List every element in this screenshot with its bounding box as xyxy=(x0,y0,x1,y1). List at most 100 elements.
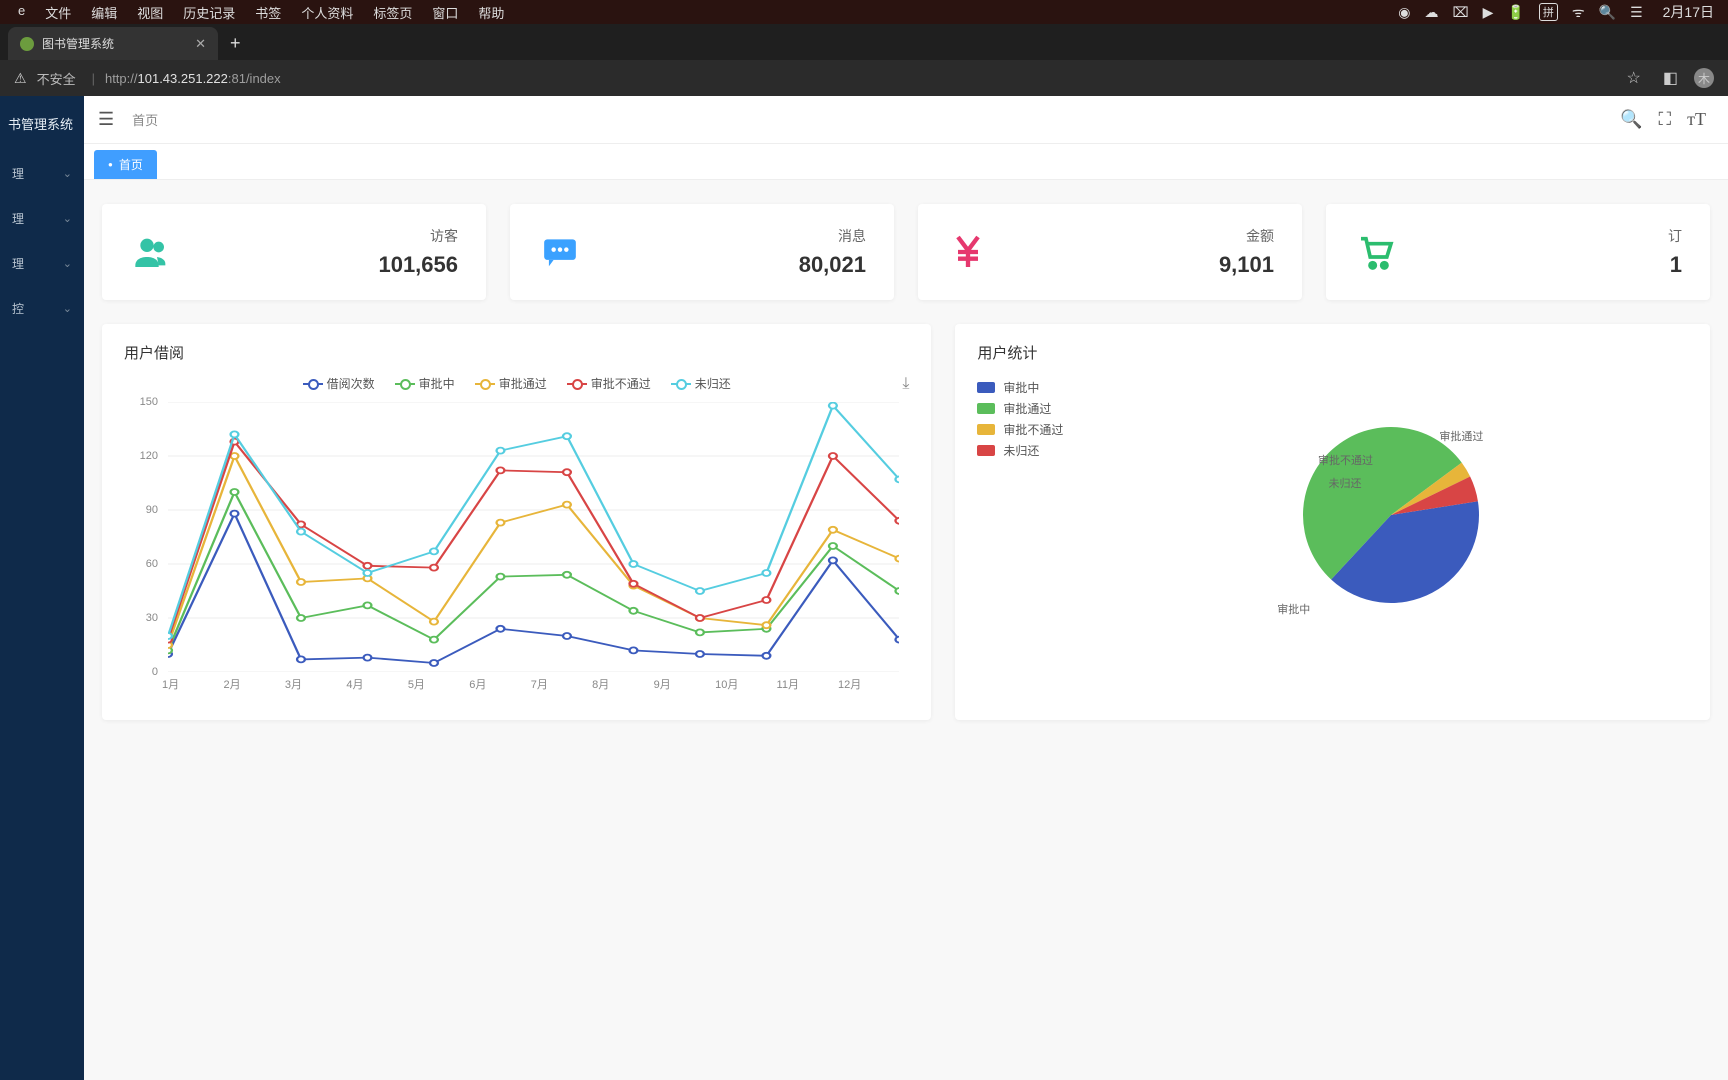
stat-value: 80,021 xyxy=(799,252,866,278)
x-tick: 10月 xyxy=(715,676,776,702)
fullscreen-icon[interactable]: ⛶ xyxy=(1651,109,1680,130)
pie-slice-label: 未归还 xyxy=(1329,475,1362,491)
legend-item[interactable]: 审批通过 xyxy=(475,375,547,392)
y-tick: 60 xyxy=(146,558,158,570)
sidebar-item[interactable]: 控⌄ xyxy=(0,286,84,331)
brand-label: 书管理系统 xyxy=(0,108,84,151)
stat-label: 订 xyxy=(1668,226,1682,246)
os-menu-bar: e文件编辑视图历史记录书签个人资料标签页窗口帮助 ◉ ☁ ⌧ ▶ 🔋 拼 ᯤ 🔍… xyxy=(0,0,1728,24)
font-size-icon[interactable]: ᴛT xyxy=(1679,109,1714,130)
download-icon[interactable]: ⤓ xyxy=(902,375,909,393)
legend-item[interactable]: 未归还 xyxy=(671,375,731,392)
browser-tab[interactable]: 图书管理系统 ✕ xyxy=(8,27,218,60)
panel-borrow-title: 用户借阅 xyxy=(124,342,909,363)
os-menu-item[interactable]: 帮助 xyxy=(468,3,514,22)
legend-item[interactable]: 审批中 xyxy=(977,379,1063,396)
sidebar-item[interactable]: 理⌄ xyxy=(0,196,84,241)
os-menu-item[interactable]: 窗口 xyxy=(422,3,468,22)
pie-slice-label: 审批不通过 xyxy=(1318,452,1373,468)
os-menus: e文件编辑视图历史记录书签个人资料标签页窗口帮助 xyxy=(8,3,514,22)
address-bar: ⚠ 不安全 | http://101.43.251.222:81/index ☆… xyxy=(0,60,1728,96)
legend-item[interactable]: 未归还 xyxy=(977,442,1063,459)
cart-icon xyxy=(1354,230,1398,274)
y-tick: 0 xyxy=(152,666,158,678)
play-icon[interactable]: ▶ xyxy=(1483,4,1494,21)
main-area: ☰ 首页 🔍 ⛶ ᴛT 首页 访客101,656 消息 80,021 金额 9,101 订… xyxy=(84,96,1728,1080)
insecure-label[interactable]: 不安全 xyxy=(37,69,76,88)
tv-icon[interactable]: ⌧ xyxy=(1452,4,1468,21)
legend-item[interactable]: 审批不通过 xyxy=(567,375,651,392)
tab-home[interactable]: 首页 xyxy=(94,150,157,179)
legend-item[interactable]: 借阅次数 xyxy=(303,375,375,392)
x-tick: 3月 xyxy=(285,676,346,702)
pie-legend: 审批中审批通过审批不通过未归还 xyxy=(977,375,1063,463)
os-menu-item[interactable]: 书签 xyxy=(245,3,291,22)
legend-item[interactable]: 审批中 xyxy=(395,375,455,392)
battery-icon[interactable]: 🔋 xyxy=(1507,4,1524,21)
stat-card: 消息 80,021 xyxy=(510,204,894,300)
stat-value: 101,656 xyxy=(378,252,458,278)
stat-label: 消息 xyxy=(799,226,866,246)
search-icon[interactable]: 🔍 xyxy=(1599,4,1616,21)
record-icon[interactable]: ◉ xyxy=(1398,4,1410,21)
sidebar-item-label: 理 xyxy=(12,210,24,227)
x-tick: 8月 xyxy=(592,676,653,702)
pie-slice-label: 审批中 xyxy=(1277,601,1310,617)
content-area: 访客101,656消息80,021金额9,101订1 用户借阅 借阅次数审批中审… xyxy=(84,180,1728,1080)
line-chart: 0306090120150 1月2月3月4月5月6月7月8月9月10月11月12… xyxy=(124,402,909,702)
y-tick: 30 xyxy=(146,612,158,624)
sidebar-item[interactable]: 理⌄ xyxy=(0,151,84,196)
x-tick: 4月 xyxy=(346,676,407,702)
os-menu-item[interactable]: 视图 xyxy=(127,3,173,22)
clock[interactable]: 2月17日 xyxy=(1663,2,1714,22)
x-tick: 7月 xyxy=(531,676,592,702)
os-menu-item[interactable]: 标签页 xyxy=(363,3,422,22)
stat-value: 1 xyxy=(1668,252,1682,278)
os-menu-item[interactable]: 文件 xyxy=(35,3,81,22)
stat-cards: 访客101,656 消息 80,021 金额 9,101 订 1 xyxy=(102,204,1710,300)
insecure-icon[interactable]: ⚠ xyxy=(14,70,27,87)
breadcrumb[interactable]: 首页 xyxy=(132,110,158,129)
cloud-icon[interactable]: ☁ xyxy=(1424,4,1438,21)
new-tab-button[interactable]: + xyxy=(218,27,253,60)
control-center-icon[interactable]: ☰ xyxy=(1630,4,1643,21)
menu-toggle-icon[interactable]: ☰ xyxy=(98,109,114,130)
sidebar-item[interactable]: 理⌄ xyxy=(0,241,84,286)
os-menu-item[interactable]: 个人资料 xyxy=(291,3,363,22)
y-tick: 120 xyxy=(140,450,158,462)
y-tick: 90 xyxy=(146,504,158,516)
topbar: ☰ 首页 🔍 ⛶ ᴛT xyxy=(84,96,1728,144)
tab-home-label: 首页 xyxy=(119,156,143,173)
stat-card: 访客101,656 xyxy=(102,204,486,300)
close-icon[interactable]: ✕ xyxy=(195,36,206,52)
profile-icon[interactable]: 木 xyxy=(1694,68,1714,88)
x-tick: 9月 xyxy=(654,676,715,702)
panel-stats-title: 用户统计 xyxy=(977,342,1688,363)
bookmark-icon[interactable]: ☆ xyxy=(1621,68,1647,88)
panel-borrow: 用户借阅 借阅次数审批中审批通过审批不通过未归还⤓ 0306090120150 … xyxy=(102,324,931,720)
favicon-icon xyxy=(20,37,34,51)
yen-icon xyxy=(946,230,990,274)
sidebar-item-label: 理 xyxy=(12,165,24,182)
browser-tab-strip: 图书管理系统 ✕ + xyxy=(0,24,1728,60)
os-menu-item[interactable]: 历史记录 xyxy=(173,3,245,22)
system-tray: ◉ ☁ ⌧ ▶ 🔋 拼 ᯤ 🔍 ☰ 2月17日 xyxy=(1398,2,1720,22)
stat-label: 金额 xyxy=(1219,226,1274,246)
panel-icon[interactable]: ◧ xyxy=(1657,68,1684,88)
sidebar-item-label: 理 xyxy=(12,255,24,272)
wifi-icon[interactable]: ᯤ xyxy=(1572,3,1585,22)
sidebar: 书管理系统 理⌄理⌄理⌄控⌄ xyxy=(0,96,84,1080)
legend-item[interactable]: 审批通过 xyxy=(977,400,1063,417)
tab-title: 图书管理系统 xyxy=(42,35,114,52)
stat-value: 9,101 xyxy=(1219,252,1274,278)
line-legend: 借阅次数 审批中 审批通过 审批不通过 未归还 ⤓ xyxy=(124,375,909,392)
chevron-down-icon: ⌄ xyxy=(63,167,72,180)
os-menu-item[interactable]: 编辑 xyxy=(81,3,127,22)
chevron-down-icon: ⌄ xyxy=(63,302,72,315)
os-menu-item[interactable]: e xyxy=(8,3,35,22)
legend-item[interactable]: 审批不通过 xyxy=(977,421,1063,438)
x-tick: 2月 xyxy=(223,676,284,702)
url-field[interactable]: http://101.43.251.222:81/index xyxy=(105,71,281,86)
search-icon[interactable]: 🔍 xyxy=(1612,109,1650,130)
ime-icon[interactable]: 拼 xyxy=(1539,3,1558,21)
